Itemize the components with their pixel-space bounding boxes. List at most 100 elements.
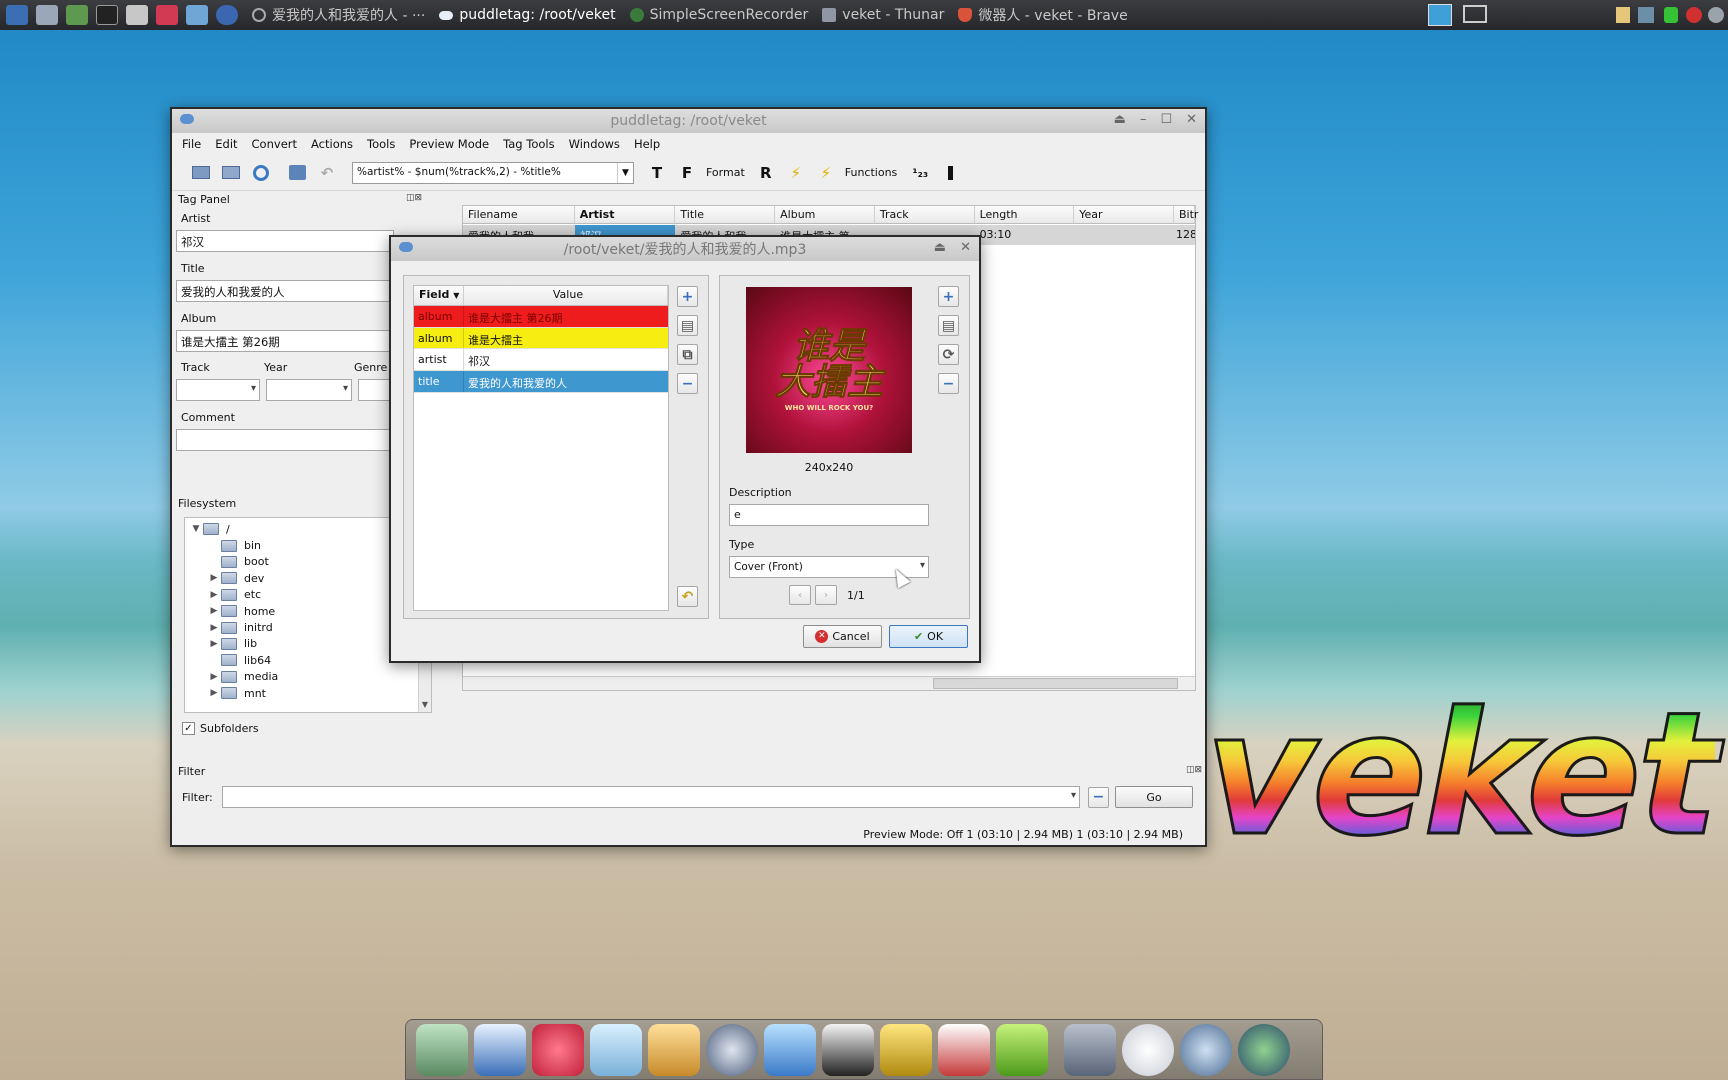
tag-to-file-icon[interactable]: T bbox=[646, 162, 668, 184]
minimize-button[interactable]: – bbox=[1140, 112, 1147, 127]
col-length[interactable]: Length bbox=[974, 206, 1075, 224]
menu-tag-tools[interactable]: Tag Tools bbox=[503, 137, 554, 151]
tree-item[interactable]: ▶ mnt bbox=[189, 685, 431, 701]
dock-float-close-icon[interactable]: ◫⊠ bbox=[406, 193, 422, 206]
refresh-icon[interactable] bbox=[250, 162, 272, 184]
description-input[interactable]: e bbox=[729, 504, 929, 526]
media-player-icon[interactable] bbox=[706, 1023, 758, 1076]
browser-icon[interactable] bbox=[186, 5, 208, 25]
open-folder-icon[interactable] bbox=[190, 162, 212, 184]
col-artist[interactable]: Artist bbox=[574, 206, 676, 224]
field-row[interactable]: album 谁是大擂主 bbox=[414, 327, 668, 350]
chart-app-icon[interactable] bbox=[938, 1023, 990, 1076]
power-icon[interactable] bbox=[1708, 7, 1724, 23]
undo-icon[interactable]: ↶ bbox=[677, 586, 698, 607]
terminal-icon[interactable] bbox=[96, 5, 118, 25]
task-thunar[interactable]: veket - Thunar bbox=[822, 7, 944, 23]
col-bitrate[interactable]: Bitr bbox=[1174, 206, 1198, 224]
col-value[interactable]: Value bbox=[464, 286, 668, 306]
add-folder-icon[interactable] bbox=[220, 162, 242, 184]
help-icon[interactable] bbox=[996, 1023, 1048, 1076]
expand-arrow-icon[interactable]: ▶ bbox=[207, 573, 221, 583]
add-image-icon[interactable]: + bbox=[938, 286, 959, 307]
format-button[interactable]: Format bbox=[706, 166, 745, 179]
app-menu-icon[interactable] bbox=[6, 5, 28, 25]
col-album[interactable]: Album bbox=[775, 206, 875, 224]
autonumber-icon[interactable]: ¹₂₃ bbox=[909, 162, 931, 184]
field-row[interactable]: title 爱我的人和我爱的人 bbox=[414, 371, 668, 393]
mascot-icon[interactable] bbox=[532, 1023, 584, 1076]
tree-item[interactable]: ▶ media bbox=[189, 669, 431, 685]
add-field-icon[interactable]: + bbox=[677, 286, 698, 307]
network-icon[interactable] bbox=[216, 5, 238, 25]
expand-arrow-icon[interactable]: ▶ bbox=[207, 590, 221, 600]
menu-help[interactable]: Help bbox=[634, 137, 660, 151]
expand-arrow-icon[interactable]: ▶ bbox=[207, 639, 221, 649]
expand-arrow-icon[interactable]: ▼ bbox=[189, 524, 203, 534]
expand-arrow-icon[interactable]: ▶ bbox=[207, 623, 221, 633]
title-input[interactable]: 爱我的人和我爱的人 bbox=[176, 280, 394, 302]
task-player[interactable]: 爱我的人和我爱的人 - ··· bbox=[252, 5, 425, 25]
shade-button[interactable]: ⏏ bbox=[1114, 112, 1126, 127]
cancel-button[interactable]: ✕ Cancel bbox=[803, 625, 882, 648]
field-row[interactable]: artist 祁汉 bbox=[414, 349, 668, 372]
menu-preview-mode[interactable]: Preview Mode bbox=[409, 137, 489, 151]
play-icon[interactable] bbox=[66, 5, 88, 25]
save-icon[interactable] bbox=[286, 162, 308, 184]
remove-image-icon[interactable]: − bbox=[938, 373, 959, 394]
paint-icon[interactable] bbox=[648, 1023, 700, 1076]
clear-filter-button[interactable]: − bbox=[1088, 786, 1109, 808]
task-puddletag[interactable]: puddletag: /root/veket bbox=[439, 7, 616, 23]
menu-windows[interactable]: Windows bbox=[569, 137, 620, 151]
field-row[interactable]: album 谁是大擂主 第26期 bbox=[414, 306, 668, 328]
expand-arrow-icon[interactable]: ▶ bbox=[207, 672, 221, 682]
file-manager-icon[interactable] bbox=[416, 1023, 468, 1076]
col-track[interactable]: Track bbox=[874, 206, 975, 224]
comment-input[interactable] bbox=[176, 429, 394, 451]
maximize-button[interactable]: ☐ bbox=[1160, 112, 1172, 127]
close-button[interactable]: ✕ bbox=[1186, 112, 1197, 127]
record-icon[interactable] bbox=[1686, 7, 1702, 23]
next-image-button[interactable]: › bbox=[815, 585, 837, 605]
save-image-icon[interactable]: ▤ bbox=[938, 315, 959, 336]
text-field-icon[interactable] bbox=[939, 162, 961, 184]
go-button[interactable]: Go bbox=[1115, 786, 1193, 808]
artist-input[interactable]: 祁汉 bbox=[176, 230, 394, 252]
penguin-icon[interactable] bbox=[822, 1023, 874, 1076]
people-icon[interactable] bbox=[764, 1023, 816, 1076]
track-combo[interactable] bbox=[176, 379, 260, 401]
dock-float-close-icon[interactable]: ◫⊠ bbox=[1186, 765, 1202, 778]
clipboard-icon[interactable] bbox=[1616, 7, 1630, 23]
close-button[interactable]: ✕ bbox=[960, 240, 971, 255]
network-status-icon[interactable] bbox=[1638, 7, 1654, 23]
hscroll-thumb[interactable] bbox=[933, 678, 1178, 689]
menu-file[interactable]: File bbox=[182, 137, 201, 151]
settings-sun-icon[interactable] bbox=[1122, 1023, 1174, 1076]
functions-button[interactable]: Functions bbox=[845, 166, 898, 179]
drive-icon[interactable] bbox=[1064, 1023, 1116, 1076]
printer-icon[interactable] bbox=[126, 5, 148, 25]
rename-dirs-icon[interactable]: R bbox=[755, 162, 777, 184]
notebook-icon[interactable] bbox=[880, 1023, 932, 1076]
chevron-down-icon[interactable]: ▼ bbox=[617, 162, 633, 183]
col-year[interactable]: Year bbox=[1074, 206, 1174, 224]
col-title[interactable]: Title bbox=[675, 206, 776, 224]
table-hscrollbar[interactable] bbox=[463, 676, 1195, 690]
computer-icon[interactable] bbox=[474, 1023, 526, 1076]
desktop-icon[interactable] bbox=[1428, 4, 1452, 26]
network-globe-icon[interactable] bbox=[1238, 1023, 1290, 1076]
duplicate-field-icon[interactable]: ⧉ bbox=[677, 344, 698, 365]
remove-field-icon[interactable]: − bbox=[677, 373, 698, 394]
menu-convert[interactable]: Convert bbox=[252, 137, 297, 151]
task-brave[interactable]: 微器人 - veket - Brave bbox=[958, 5, 1128, 25]
globe-icon[interactable] bbox=[1180, 1023, 1232, 1076]
expand-arrow-icon[interactable]: ▶ bbox=[207, 688, 221, 698]
image-transform-icon[interactable]: ⟳ bbox=[938, 344, 959, 365]
lightning-icon[interactable]: ⚡ bbox=[785, 162, 807, 184]
task-screenrecorder[interactable]: SimpleScreenRecorder bbox=[629, 7, 808, 23]
ok-button[interactable]: ✔ OK bbox=[889, 625, 968, 648]
workspace-icon[interactable] bbox=[1463, 5, 1487, 23]
year-combo[interactable] bbox=[266, 379, 352, 401]
format-pattern-combo[interactable]: %artist% - $num(%track%,2) - %title% ▼ bbox=[352, 161, 634, 184]
settings-gear-icon[interactable] bbox=[36, 5, 58, 25]
